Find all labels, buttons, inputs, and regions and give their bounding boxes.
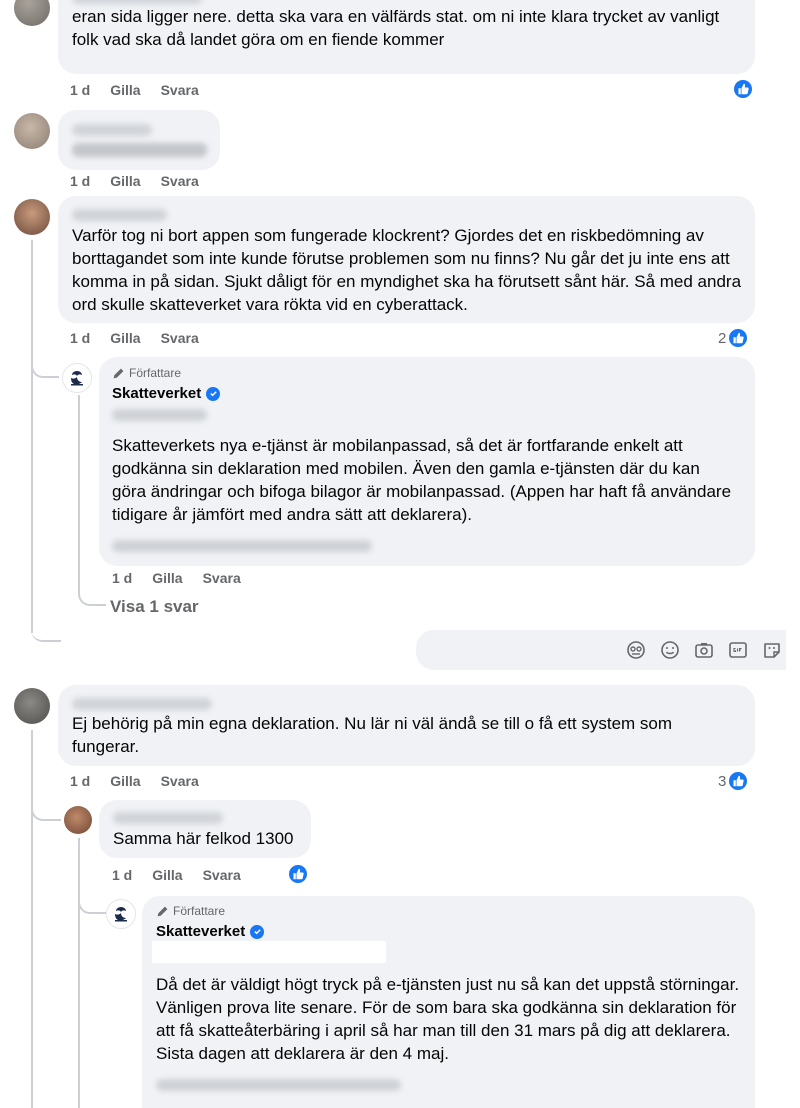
sticker-icon[interactable] — [762, 640, 782, 660]
comment-actions: 1 d Gilla Svara — [70, 773, 199, 789]
emoji-icon[interactable] — [660, 640, 680, 660]
thread-connector — [31, 805, 61, 821]
comment-time[interactable]: 1 d — [70, 82, 90, 98]
comment-actions: 1 d Gilla Svara — [70, 330, 199, 346]
reply-button[interactable]: Svara — [203, 570, 241, 586]
like-button[interactable]: Gilla — [110, 330, 140, 346]
composer-icons — [626, 640, 782, 660]
reply-button[interactable]: Svara — [161, 82, 199, 98]
avatar[interactable] — [14, 0, 50, 26]
page-name[interactable]: Skatteverket — [112, 385, 221, 402]
reply-text: Då det är väldigt högt tryck på e-tjänst… — [156, 975, 740, 1063]
comment-time[interactable]: 1 d — [70, 173, 90, 189]
thread-line — [78, 838, 80, 1108]
thread-line — [31, 730, 33, 1108]
comment-bubble — [58, 110, 220, 170]
greeting-line — [112, 409, 207, 421]
comment-author[interactable] — [72, 0, 202, 4]
thumbs-up-icon — [288, 864, 308, 884]
page-name-label[interactable]: Skatteverket — [112, 385, 201, 402]
comment-actions: 1 d Gilla Svara — [70, 82, 199, 98]
comment-text: Ej behörig på min egna deklaration. Nu l… — [72, 714, 673, 756]
comment-text — [72, 143, 207, 157]
reply-text: Skatteverkets nya e-tjänst är mobilanpas… — [112, 436, 732, 524]
reaction-number: 2 — [718, 329, 727, 347]
avatar[interactable] — [14, 199, 50, 235]
reaction-number: 3 — [718, 772, 727, 790]
signature-line — [112, 540, 372, 552]
author-tag: Författare — [156, 904, 225, 918]
thread-connector — [31, 620, 61, 642]
comment-actions: 1 d Gilla Svara — [70, 173, 199, 189]
reply-text: Samma här felkod 1300 — [113, 829, 294, 848]
reply-actions: 1 d Gilla Svara — [112, 570, 241, 586]
page-name[interactable]: Skatteverket — [156, 923, 265, 940]
thread-connector — [78, 590, 106, 606]
reaction-count[interactable]: 3 — [718, 771, 749, 791]
reply-author[interactable] — [113, 812, 223, 824]
page-name-label[interactable]: Skatteverket — [156, 923, 245, 940]
redacted-greeting — [152, 941, 386, 963]
author-tag-label: Författare — [129, 366, 182, 380]
avatar[interactable] — [64, 806, 92, 834]
like-button[interactable]: Gilla — [110, 82, 140, 98]
thread-connector — [78, 900, 106, 914]
reply-button[interactable]: Svara — [161, 773, 199, 789]
reply-button[interactable]: Svara — [161, 173, 199, 189]
comment-text: eran sida ligger nere. detta ska vara en… — [72, 7, 720, 49]
gif-icon[interactable] — [728, 640, 748, 660]
avatar-sticker-icon[interactable] — [626, 640, 646, 660]
reaction-count[interactable] — [288, 864, 308, 884]
skatteverket-logo-icon — [115, 907, 127, 922]
like-button[interactable]: Gilla — [152, 867, 182, 883]
thumbs-up-icon — [733, 79, 753, 99]
skatteverket-avatar[interactable] — [106, 899, 136, 929]
reply-time[interactable]: 1 d — [112, 570, 132, 586]
thread-connector — [31, 362, 59, 378]
thumbs-up-icon — [728, 328, 749, 348]
reply-bubble: Författare Skatteverket Skatteverkets ny… — [99, 357, 755, 566]
comment-author[interactable] — [72, 124, 152, 136]
like-button[interactable]: Gilla — [110, 773, 140, 789]
view-replies-link[interactable]: Visa 1 svar — [110, 597, 199, 617]
avatar[interactable] — [14, 113, 50, 149]
signature-line — [156, 1079, 401, 1091]
comment-time[interactable]: 1 d — [70, 330, 90, 346]
reply-bubble: Författare Skatteverket Då det är väldig… — [142, 896, 755, 1108]
avatar[interactable] — [14, 688, 50, 724]
reply-time[interactable]: 1 d — [112, 867, 132, 883]
reaction-count[interactable]: 2 — [718, 328, 749, 348]
author-tag-label: Författare — [173, 904, 226, 918]
like-button[interactable]: Gilla — [110, 173, 140, 189]
author-tag: Författare — [112, 366, 181, 380]
reply-button[interactable]: Svara — [161, 330, 199, 346]
camera-icon[interactable] — [694, 640, 714, 660]
pen-icon — [157, 906, 168, 916]
skatteverket-logo-icon — [71, 371, 83, 386]
comment-author[interactable] — [72, 209, 167, 221]
reply-actions: 1 d Gilla Svara — [112, 867, 241, 883]
comment-time[interactable]: 1 d — [70, 773, 90, 789]
verified-badge-icon — [250, 924, 265, 939]
reply-bubble: Samma här felkod 1300 — [99, 800, 311, 858]
reply-button[interactable]: Svara — [203, 867, 241, 883]
thread-line — [78, 395, 80, 590]
comment-bubble: Ej behörig på min egna deklaration. Nu l… — [58, 685, 755, 766]
thread-line — [31, 240, 33, 633]
comment-bubble: Varför tog ni bort appen som fungerade k… — [58, 196, 755, 323]
comment-composer[interactable] — [416, 630, 786, 670]
comment-author[interactable] — [72, 698, 212, 710]
pen-icon — [113, 368, 124, 378]
reaction-count[interactable] — [733, 79, 753, 99]
verified-badge-icon — [206, 386, 221, 401]
thumbs-up-icon — [728, 771, 749, 791]
comment-bubble: eran sida ligger nere. detta ska vara en… — [58, 0, 755, 74]
skatteverket-avatar[interactable] — [62, 363, 92, 393]
like-button[interactable]: Gilla — [152, 570, 182, 586]
comment-text: Varför tog ni bort appen som fungerade k… — [72, 226, 742, 314]
